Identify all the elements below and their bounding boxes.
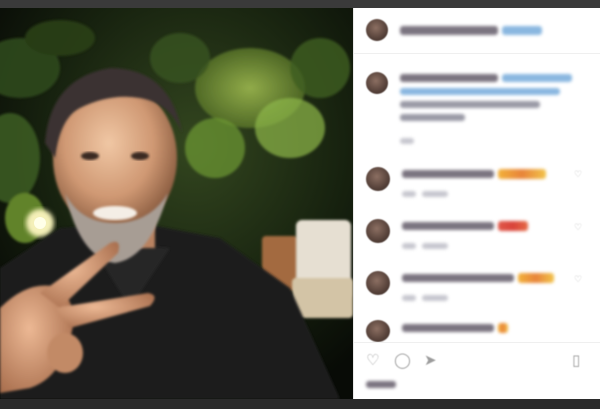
follow-link[interactable] bbox=[502, 26, 542, 35]
comment-like-icon[interactable]: ♡ bbox=[574, 224, 582, 233]
heart-icon[interactable]: ♡ bbox=[366, 353, 379, 368]
post-photo[interactable] bbox=[0, 8, 353, 399]
comment-avatar[interactable] bbox=[366, 219, 390, 243]
caption-line-4 bbox=[400, 114, 465, 121]
post-header bbox=[354, 8, 600, 54]
post-sidebar: ♡ ♡ ♡ ♡ ◯ ➤ ▯ bbox=[353, 8, 600, 399]
screenshot-frame: ♡ ♡ ♡ ♡ ◯ ➤ ▯ bbox=[0, 0, 600, 409]
likes-count[interactable] bbox=[366, 381, 396, 388]
comment-time bbox=[402, 295, 416, 301]
photo-scene bbox=[0, 8, 353, 399]
comment-username[interactable] bbox=[402, 222, 494, 230]
action-bar: ♡ ◯ ➤ ▯ bbox=[354, 342, 600, 399]
comment-username[interactable] bbox=[402, 274, 514, 282]
bottom-border bbox=[0, 399, 600, 409]
comment-emoji bbox=[498, 169, 546, 179]
caption-username[interactable] bbox=[400, 74, 498, 82]
comment-avatar[interactable] bbox=[366, 320, 390, 342]
comment-like-icon[interactable]: ♡ bbox=[574, 276, 582, 285]
bookmark-icon[interactable]: ▯ bbox=[572, 353, 580, 368]
caption-avatar[interactable] bbox=[366, 72, 388, 94]
caption-line-2 bbox=[400, 88, 560, 95]
comment-username[interactable] bbox=[402, 324, 494, 332]
comment-avatar[interactable] bbox=[366, 271, 390, 295]
caption-hashtag[interactable] bbox=[502, 74, 572, 82]
comment-username[interactable] bbox=[402, 170, 494, 178]
comment-time bbox=[402, 243, 416, 249]
comment-icon[interactable]: ◯ bbox=[394, 353, 411, 368]
comment-emoji bbox=[498, 221, 528, 231]
top-border bbox=[0, 0, 600, 8]
comment-reply[interactable] bbox=[422, 191, 448, 197]
comment-like-icon[interactable]: ♡ bbox=[574, 171, 582, 180]
caption-line-3 bbox=[400, 101, 540, 108]
comment-avatar[interactable] bbox=[366, 167, 390, 191]
comment-emoji bbox=[498, 323, 508, 333]
comment-reply[interactable] bbox=[422, 243, 448, 249]
share-icon[interactable]: ➤ bbox=[424, 353, 437, 368]
author-avatar[interactable] bbox=[366, 19, 388, 41]
author-username[interactable] bbox=[400, 26, 498, 35]
comment-time bbox=[402, 191, 416, 197]
comment-emoji bbox=[518, 273, 554, 283]
caption-time bbox=[400, 138, 414, 144]
comment-reply[interactable] bbox=[422, 295, 448, 301]
